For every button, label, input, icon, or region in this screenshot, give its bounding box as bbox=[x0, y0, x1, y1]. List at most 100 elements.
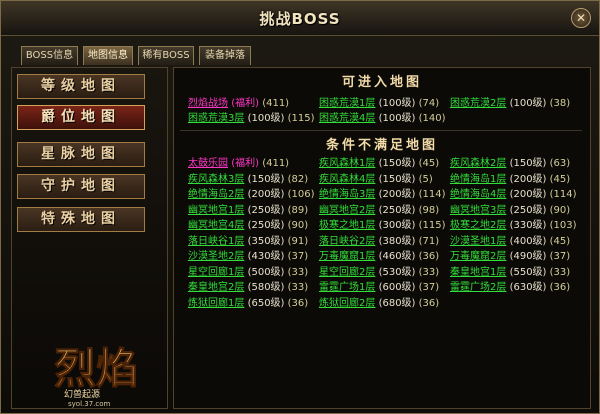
welfare-tag: (福利) bbox=[231, 98, 259, 109]
map-boss-count: (33) bbox=[418, 266, 440, 278]
map-name-link[interactable]: 幽冥地宫4层 bbox=[188, 220, 244, 231]
rank-map-button[interactable]: 爵位地图 bbox=[17, 105, 145, 130]
map-name-link[interactable]: 困惑荒漠3层 bbox=[188, 113, 244, 124]
map-level-requirement: (250级) bbox=[509, 204, 547, 216]
map-entry[interactable]: 星空回廊2层 (530级) (33) bbox=[319, 263, 439, 278]
map-entry[interactable]: 幽冥地宫4层 (250级) (90) bbox=[188, 216, 308, 231]
map-entry[interactable]: 沙漠圣地1层 (400级) (45) bbox=[450, 232, 570, 247]
unavailable-maps-title: 条件不满足地图 bbox=[325, 138, 438, 153]
map-level-requirement: (200级) bbox=[509, 189, 547, 200]
map-name-link[interactable]: 幽冥地宫2层 bbox=[319, 205, 375, 216]
map-entry[interactable]: 绝情海岛3层 (200级) (114) bbox=[319, 185, 446, 200]
map-boss-count: (411) bbox=[262, 158, 290, 169]
map-entry[interactable]: 炼狱回廊2层 (680级) (36) bbox=[319, 294, 439, 309]
map-name-link[interactable]: 绝情海岛3层 bbox=[319, 189, 375, 200]
map-entry[interactable]: 落日峡谷2层 (380级) (71) bbox=[319, 232, 439, 247]
map-level-requirement: (100级) bbox=[247, 113, 285, 124]
map-level-requirement: (350级) bbox=[247, 235, 285, 247]
map-name-link[interactable]: 绝情海岛1层 bbox=[450, 174, 506, 185]
map-entry[interactable]: 极寒之地2层 (330级) (103) bbox=[450, 216, 577, 231]
map-level-requirement: (100级) bbox=[378, 98, 416, 109]
map-name-link[interactable]: 雷霆广场1层 bbox=[319, 282, 375, 293]
map-entry[interactable]: 雷霆广场1层 (600级) (37) bbox=[319, 278, 439, 293]
special-map-button[interactable]: 特殊地图 bbox=[17, 207, 145, 232]
level-map-button[interactable]: 等级地图 bbox=[17, 74, 145, 99]
map-entry[interactable]: 幽冥地宫2层 (250级) (98) bbox=[319, 201, 439, 216]
map-boss-count: (36) bbox=[418, 297, 440, 309]
map-boss-count: (114) bbox=[549, 189, 577, 200]
map-boss-count: (45) bbox=[418, 158, 440, 169]
map-name-link[interactable]: 困惑荒漠1层 bbox=[319, 98, 375, 109]
map-entry[interactable]: 困惑荒漠2层 (100级) (38) bbox=[450, 94, 570, 109]
map-name-link[interactable]: 幽冥地宫3层 bbox=[450, 205, 506, 216]
map-name-link[interactable]: 秦皇地宫1层 bbox=[450, 267, 506, 278]
map-name-link[interactable]: 疾风森林4层 bbox=[319, 174, 375, 185]
tab-equipment-drops[interactable]: 装备掉落 bbox=[199, 46, 251, 65]
tab-boss-info[interactable]: BOSS信息 bbox=[21, 46, 78, 65]
map-entry[interactable]: 疾风森林4层 (150级) (5) bbox=[319, 170, 433, 185]
map-name-link[interactable]: 绝情海岛2层 bbox=[188, 189, 244, 200]
map-name-link[interactable]: 疾风森林3层 bbox=[188, 174, 244, 185]
map-boss-count: (91) bbox=[287, 235, 309, 247]
tab-map-info[interactable]: 地图信息 bbox=[83, 46, 133, 65]
map-entry[interactable]: 幽冥地宫3层 (250级) (90) bbox=[450, 201, 570, 216]
close-icon[interactable]: ✕ bbox=[571, 8, 591, 28]
map-entry[interactable]: 炼狱回廊1层 (650级) (36) bbox=[188, 294, 308, 309]
map-name-link[interactable]: 秦皇地宫2层 bbox=[188, 282, 244, 293]
map-name-link[interactable]: 太鼓乐园 bbox=[188, 158, 228, 169]
map-entry[interactable]: 绝情海岛1层 (200级) (45) bbox=[450, 170, 570, 185]
map-name-link[interactable]: 绝情海岛4层 bbox=[450, 189, 506, 200]
game-logo: 烈焰 幻兽起源 syol.37.com bbox=[54, 344, 139, 409]
map-entry[interactable]: 绝情海岛2层 (200级) (106) bbox=[188, 185, 315, 200]
map-entry[interactable]: 困惑荒漠3层 (100级) (115) bbox=[188, 109, 315, 124]
map-entry[interactable]: 秦皇地宫1层 (550级) (33) bbox=[450, 263, 570, 278]
map-entry[interactable]: 疾风森林2层 (150级) (63) bbox=[450, 154, 570, 169]
map-entry[interactable]: 落日峡谷1层 (350级) (91) bbox=[188, 232, 308, 247]
map-name-link[interactable]: 雷霆广场2层 bbox=[450, 282, 506, 293]
title-bar[interactable]: 挑战BOSS ✕ bbox=[1, 1, 599, 36]
map-entry[interactable]: 困惑荒漠1层 (100级) (74) bbox=[319, 94, 439, 109]
map-list-panel: 可进入地图 烈焰战场 (福利) (411) 困惑荒漠1层 (100级) (74) 困… bbox=[173, 67, 591, 409]
star-vein-map-button[interactable]: 星脉地图 bbox=[17, 142, 145, 167]
tab-rare-boss[interactable]: 稀有BOSS bbox=[138, 46, 194, 65]
map-entry[interactable]: 困惑荒漠4层 (100级) (140) bbox=[319, 109, 446, 124]
map-name-link[interactable]: 沙漠圣地2层 bbox=[188, 251, 244, 262]
map-name-link[interactable]: 疾风森林2层 bbox=[450, 158, 506, 169]
map-entry[interactable]: 疾风森林1层 (150级) (45) bbox=[319, 154, 439, 169]
map-name-link[interactable]: 烈焰战场 bbox=[188, 98, 228, 109]
map-name-link[interactable]: 沙漠圣地1层 bbox=[450, 236, 506, 247]
map-name-link[interactable]: 疾风森林1层 bbox=[319, 158, 375, 169]
map-name-link[interactable]: 幽冥地宫1层 bbox=[188, 205, 244, 216]
map-name-link[interactable]: 极寒之地1层 bbox=[319, 220, 375, 231]
map-entry[interactable]: 疾风森林3层 (150级) (82) bbox=[188, 170, 308, 185]
map-entry[interactable]: 万毒魔窟2层 (490级) (37) bbox=[450, 247, 570, 262]
map-entry[interactable]: 太鼓乐园 (福利) (411) bbox=[188, 154, 289, 169]
map-entry[interactable]: 星空回廊1层 (500级) (33) bbox=[188, 263, 308, 278]
map-name-link[interactable]: 困惑荒漠4层 bbox=[319, 113, 375, 124]
map-entry[interactable]: 极寒之地1层 (300级) (115) bbox=[319, 216, 446, 231]
map-name-link[interactable]: 万毒魔窟2层 bbox=[450, 251, 506, 262]
map-name-link[interactable]: 万毒魔窟1层 bbox=[319, 251, 375, 262]
map-entry[interactable]: 幽冥地宫1层 (250级) (89) bbox=[188, 201, 308, 216]
map-entry[interactable]: 烈焰战场 (福利) (411) bbox=[188, 94, 289, 109]
map-boss-count: (90) bbox=[549, 204, 571, 216]
map-entry[interactable]: 沙漠圣地2层 (430级) (37) bbox=[188, 247, 308, 262]
map-level-requirement: (380级) bbox=[378, 235, 416, 247]
map-name-link[interactable]: 炼狱回廊1层 bbox=[188, 298, 244, 309]
guardian-map-button[interactable]: 守护地图 bbox=[17, 174, 145, 199]
map-level-requirement: (500级) bbox=[247, 266, 285, 278]
map-name-link[interactable]: 落日峡谷2层 bbox=[319, 236, 375, 247]
map-entry[interactable]: 绝情海岛4层 (200级) (114) bbox=[450, 185, 577, 200]
map-entry[interactable]: 秦皇地宫2层 (580级) (33) bbox=[188, 278, 308, 293]
map-name-link[interactable]: 困惑荒漠2层 bbox=[450, 98, 506, 109]
map-name-link[interactable]: 极寒之地2层 bbox=[450, 220, 506, 231]
map-boss-count: (45) bbox=[549, 173, 571, 185]
map-name-link[interactable]: 炼狱回廊2层 bbox=[319, 298, 375, 309]
map-entry[interactable]: 雷霆广场2层 (630级) (36) bbox=[450, 278, 570, 293]
map-name-link[interactable]: 星空回廊2层 bbox=[319, 267, 375, 278]
map-name-link[interactable]: 星空回廊1层 bbox=[188, 267, 244, 278]
map-entry[interactable]: 万毒魔窟1层 (460级) (36) bbox=[319, 247, 439, 262]
logo-subtitle: 幻兽起源 bbox=[64, 388, 100, 400]
map-boss-count: (82) bbox=[287, 173, 309, 185]
map-name-link[interactable]: 落日峡谷1层 bbox=[188, 236, 244, 247]
